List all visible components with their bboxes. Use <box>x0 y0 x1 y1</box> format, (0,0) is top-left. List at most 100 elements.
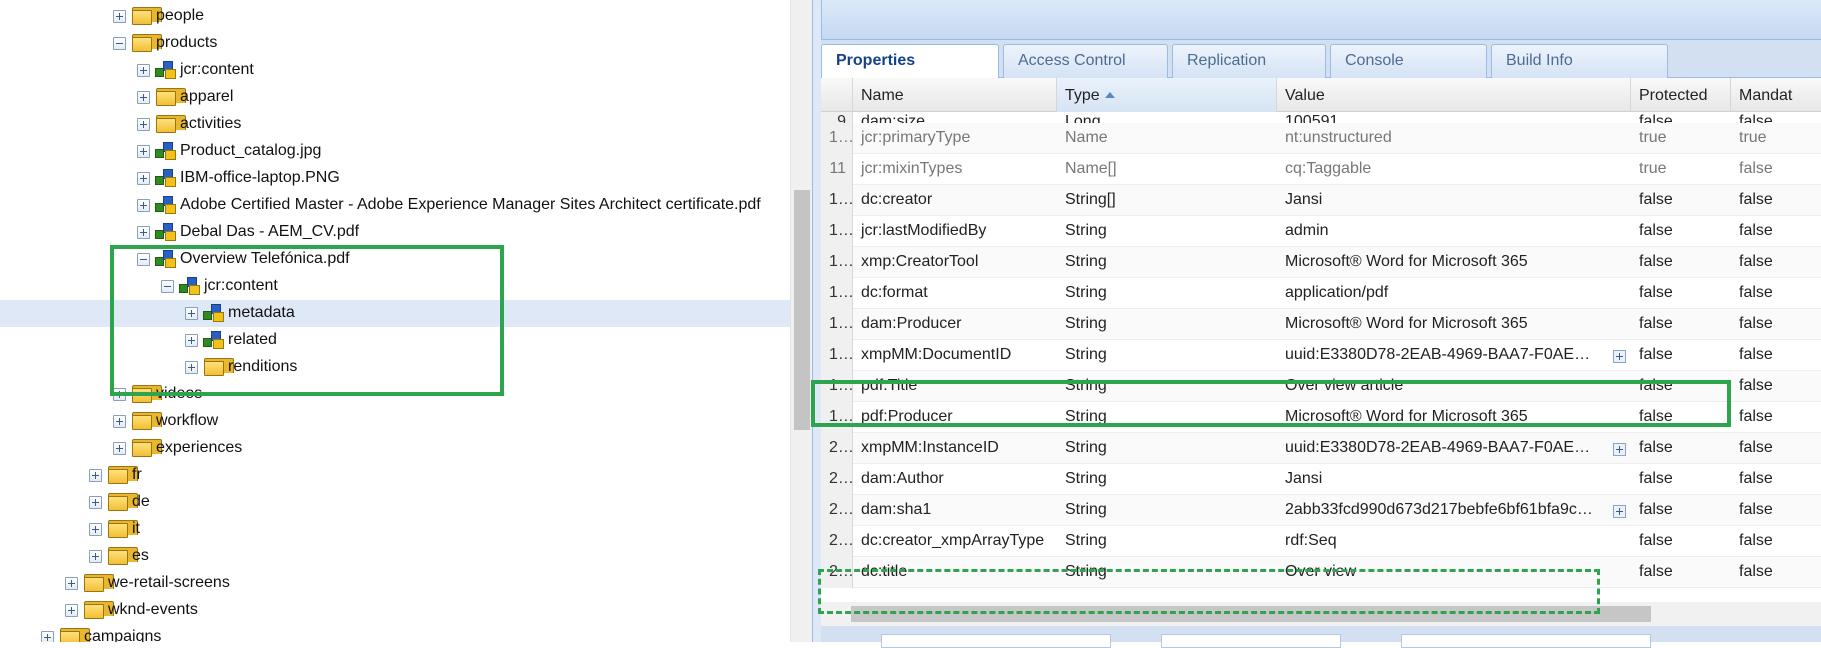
tree-node-label[interactable]: es <box>132 547 149 565</box>
expand-toggle-icon[interactable] <box>41 631 54 642</box>
tree-node[interactable]: Debal Das - AEM_CV.pdf <box>0 219 790 246</box>
footer-field[interactable] <box>1401 634 1651 648</box>
tree-node[interactable]: IBM-office-laptop.PNG <box>0 165 790 192</box>
tree-node[interactable]: apparel <box>0 84 790 111</box>
property-value[interactable]: Microsoft® Word for Microsoft 365 <box>1277 247 1631 278</box>
table-row[interactable]: 19 pdf:Producer String Microsoft® Word for … <box>821 402 1821 433</box>
tree-node-label[interactable]: activities <box>180 115 241 133</box>
tree-node[interactable]: related <box>0 327 790 354</box>
property-value[interactable]: admin <box>1277 216 1631 247</box>
footer-field[interactable] <box>1161 634 1341 648</box>
tree-node[interactable]: jcr:content <box>0 57 790 84</box>
expand-toggle-icon[interactable] <box>137 64 150 77</box>
tab-properties[interactable]: Properties <box>821 44 999 79</box>
tree-node-label[interactable]: de <box>132 493 150 511</box>
tree-node-label[interactable]: experiences <box>156 439 242 457</box>
property-value[interactable]: uuid:E3380D78-2EAB-4969-BAA7-F0AE… <box>1277 340 1611 371</box>
expand-value-icon[interactable] <box>1613 443 1626 456</box>
tree-node-label[interactable]: we-retail-screens <box>108 574 230 592</box>
tree-node[interactable]: es <box>0 543 790 570</box>
tree-node-label[interactable]: related <box>228 331 277 349</box>
tree-node[interactable]: metadata <box>0 300 790 327</box>
collapse-toggle-icon[interactable] <box>113 37 126 50</box>
table-row[interactable]: 20 xmpMM:InstanceID String uuid:E3380D78-2E… <box>821 433 1821 464</box>
expand-toggle-icon[interactable] <box>185 307 198 320</box>
tree-node[interactable]: de <box>0 489 790 516</box>
collapse-toggle-icon[interactable] <box>137 253 150 266</box>
table-row[interactable]: 24 dc:title String Over view false false <box>821 557 1821 588</box>
tab-build-info[interactable]: Build Info <box>1491 44 1668 78</box>
expand-toggle-icon[interactable] <box>65 604 78 617</box>
property-value[interactable]: application/pdf <box>1277 278 1631 309</box>
grid-scrollbar-thumb[interactable] <box>851 606 1651 622</box>
header-protected[interactable]: Protected <box>1631 78 1731 112</box>
tree-node[interactable]: products <box>0 30 790 57</box>
tree-node-label[interactable]: apparel <box>180 88 233 106</box>
tree-node-label[interactable]: workflow <box>156 412 218 430</box>
header-type[interactable]: Type <box>1057 78 1277 112</box>
property-value[interactable]: uuid:E3380D78-2EAB-4969-BAA7-F0AE… <box>1277 433 1611 464</box>
tree-node-label[interactable]: wknd-events <box>108 601 198 619</box>
expand-toggle-icon[interactable] <box>65 577 78 590</box>
header-value[interactable]: Value <box>1277 78 1631 112</box>
table-row[interactable]: 13 jcr:lastModifiedBy String admin false fals… <box>821 216 1821 247</box>
property-value[interactable]: Microsoft® Word for Microsoft 365 <box>1277 309 1631 340</box>
property-value[interactable]: Jansi <box>1277 464 1631 495</box>
tree-node-label[interactable]: people <box>156 7 204 25</box>
tree-node[interactable]: workflow <box>0 408 790 435</box>
tab-access-control[interactable]: Access Control <box>1003 44 1168 78</box>
expand-toggle-icon[interactable] <box>113 388 126 401</box>
tree-node[interactable]: fr <box>0 462 790 489</box>
table-row[interactable]: 16 dam:Producer String Microsoft® Word for … <box>821 309 1821 340</box>
table-row[interactable]: 22 dam:sha1 String 2abb33fcd990d673d217bebf… <box>821 495 1821 526</box>
tab-console[interactable]: Console <box>1330 44 1487 78</box>
tree-node[interactable]: activities <box>0 111 790 138</box>
tree-node[interactable]: jcr:content <box>0 273 790 300</box>
expand-toggle-icon[interactable] <box>137 172 150 185</box>
table-row[interactable]: 17 xmpMM:DocumentID String uuid:E3380D78-2E… <box>821 340 1821 371</box>
tree-vertical-scrollbar[interactable] <box>790 0 812 642</box>
header-mandatory[interactable]: Mandat <box>1731 78 1821 112</box>
tree-node-label[interactable]: IBM-office-laptop.PNG <box>180 169 340 187</box>
expand-toggle-icon[interactable] <box>89 469 102 482</box>
tree-node-label[interactable]: jcr:content <box>180 61 254 79</box>
header-name[interactable]: Name <box>853 78 1057 112</box>
expand-toggle-icon[interactable] <box>137 199 150 212</box>
tree-node-label[interactable]: Overview Telefónica.pdf <box>180 250 350 268</box>
expand-toggle-icon[interactable] <box>185 334 198 347</box>
tree-node[interactable]: Product_catalog.jpg <box>0 138 790 165</box>
footer-field[interactable] <box>881 634 1111 648</box>
table-row[interactable]: 18 pdf:Title String Over view article false f… <box>821 371 1821 402</box>
expand-toggle-icon[interactable] <box>137 145 150 158</box>
expand-toggle-icon[interactable] <box>113 442 126 455</box>
tree-node-label[interactable]: Debal Das - AEM_CV.pdf <box>180 223 359 241</box>
tree-scrollbar-thumb[interactable] <box>794 190 810 430</box>
expand-toggle-icon[interactable] <box>113 415 126 428</box>
table-row[interactable]: 11 jcr:mixinTypes Name[] cq:Taggable true fal… <box>821 154 1821 185</box>
tree-node[interactable]: campaigns <box>0 624 790 642</box>
table-row[interactable]: 10 jcr:primaryType Name nt:unstructured true… <box>821 123 1821 154</box>
property-value[interactable]: Over view <box>1277 557 1631 588</box>
table-row[interactable]: 23 dc:creator_xmpArrayType String rdf:Seq fa… <box>821 526 1821 557</box>
expand-value-icon[interactable] <box>1613 505 1626 518</box>
tree-node[interactable]: people <box>0 3 790 30</box>
tree-node-label[interactable]: Adobe Certified Master - Adobe Experienc… <box>180 196 761 214</box>
expand-toggle-icon[interactable] <box>137 226 150 239</box>
tree-node-label[interactable]: campaigns <box>84 628 161 642</box>
tree-node-label[interactable]: renditions <box>228 358 297 376</box>
table-row[interactable]: 15 dc:format String application/pdf false fal… <box>821 278 1821 309</box>
expand-toggle-icon[interactable] <box>137 118 150 131</box>
expand-toggle-icon[interactable] <box>185 361 198 374</box>
property-value[interactable]: nt:unstructured <box>1277 123 1631 154</box>
tree-node-label[interactable]: metadata <box>228 304 295 322</box>
tree-node-label[interactable]: fr <box>132 466 142 484</box>
property-value[interactable]: rdf:Seq <box>1277 526 1631 557</box>
table-row[interactable]: 14 xmp:CreatorTool String Microsoft® Word f… <box>821 247 1821 278</box>
tab-replication[interactable]: Replication <box>1172 44 1326 78</box>
tree-node[interactable]: experiences <box>0 435 790 462</box>
property-value[interactable]: Over view article <box>1277 371 1631 402</box>
tree-node-label[interactable]: products <box>156 34 217 52</box>
table-row[interactable]: 12 dc:creator String[] Jansi false false <box>821 185 1821 216</box>
property-value[interactable]: Jansi <box>1277 185 1631 216</box>
tree-node[interactable]: we-retail-screens <box>0 570 790 597</box>
